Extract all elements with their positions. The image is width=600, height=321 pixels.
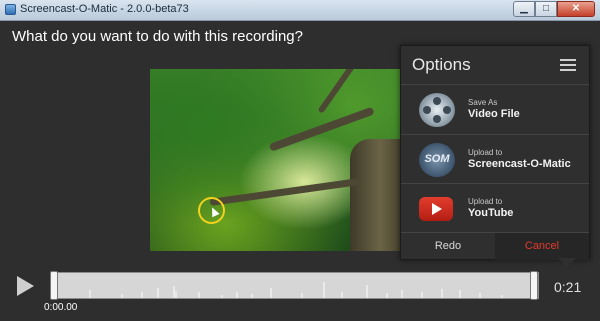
trim-end-handle[interactable] xyxy=(530,271,538,300)
close-button[interactable]: ✕ xyxy=(557,1,595,17)
prompt-question: What do you want to do with this recordi… xyxy=(12,28,303,45)
option-label: Video File xyxy=(468,108,520,120)
som-logo-text: SOM xyxy=(424,153,450,165)
upload-youtube-option[interactable]: Upload to YouTube xyxy=(401,183,589,234)
film-reel-icon xyxy=(419,93,455,127)
start-time: 0:00.00 xyxy=(44,302,78,313)
option-label: YouTube xyxy=(468,207,514,219)
upload-som-option[interactable]: SOM Upload to Screencast-O-Matic xyxy=(401,134,589,185)
minimize-button[interactable]: ▁ xyxy=(513,1,535,17)
window-title: Screencast-O-Matic - 2.0.0-beta73 xyxy=(20,3,189,15)
recording-preview xyxy=(150,69,400,251)
total-duration: 0:21 xyxy=(554,279,582,295)
youtube-icon xyxy=(419,197,453,221)
option-label: Screencast-O-Matic xyxy=(468,158,571,170)
trim-start-handle[interactable] xyxy=(50,271,58,300)
options-footer: Redo Cancel xyxy=(401,232,589,260)
maximize-button[interactable]: □ xyxy=(535,1,557,17)
audio-waveform xyxy=(89,282,503,298)
option-caption: Save As xyxy=(468,98,498,107)
option-caption: Upload to xyxy=(468,148,503,157)
tree-branch xyxy=(209,178,360,206)
som-logo-icon: SOM xyxy=(419,143,455,177)
redo-button[interactable]: Redo xyxy=(401,233,495,260)
tree-trunk xyxy=(350,139,400,251)
option-caption: Upload to xyxy=(468,197,503,206)
play-button[interactable] xyxy=(17,276,34,296)
options-title: Options xyxy=(412,55,471,74)
options-header: Options xyxy=(401,46,589,84)
cancel-button[interactable]: Cancel xyxy=(495,233,589,260)
options-panel: Options Save As Video File SOM Upload to… xyxy=(400,45,590,260)
hamburger-menu-icon[interactable] xyxy=(560,59,576,71)
title-bar: Screencast-O-Matic - 2.0.0-beta73 ▁ □ ✕ xyxy=(0,0,600,21)
app-window: Screencast-O-Matic - 2.0.0-beta73 ▁ □ ✕ … xyxy=(0,0,600,321)
options-pointer xyxy=(558,258,576,268)
play-triangle-icon xyxy=(432,203,442,215)
app-icon xyxy=(5,4,16,15)
tree-branch xyxy=(317,69,363,114)
save-video-file-option[interactable]: Save As Video File xyxy=(401,84,589,135)
